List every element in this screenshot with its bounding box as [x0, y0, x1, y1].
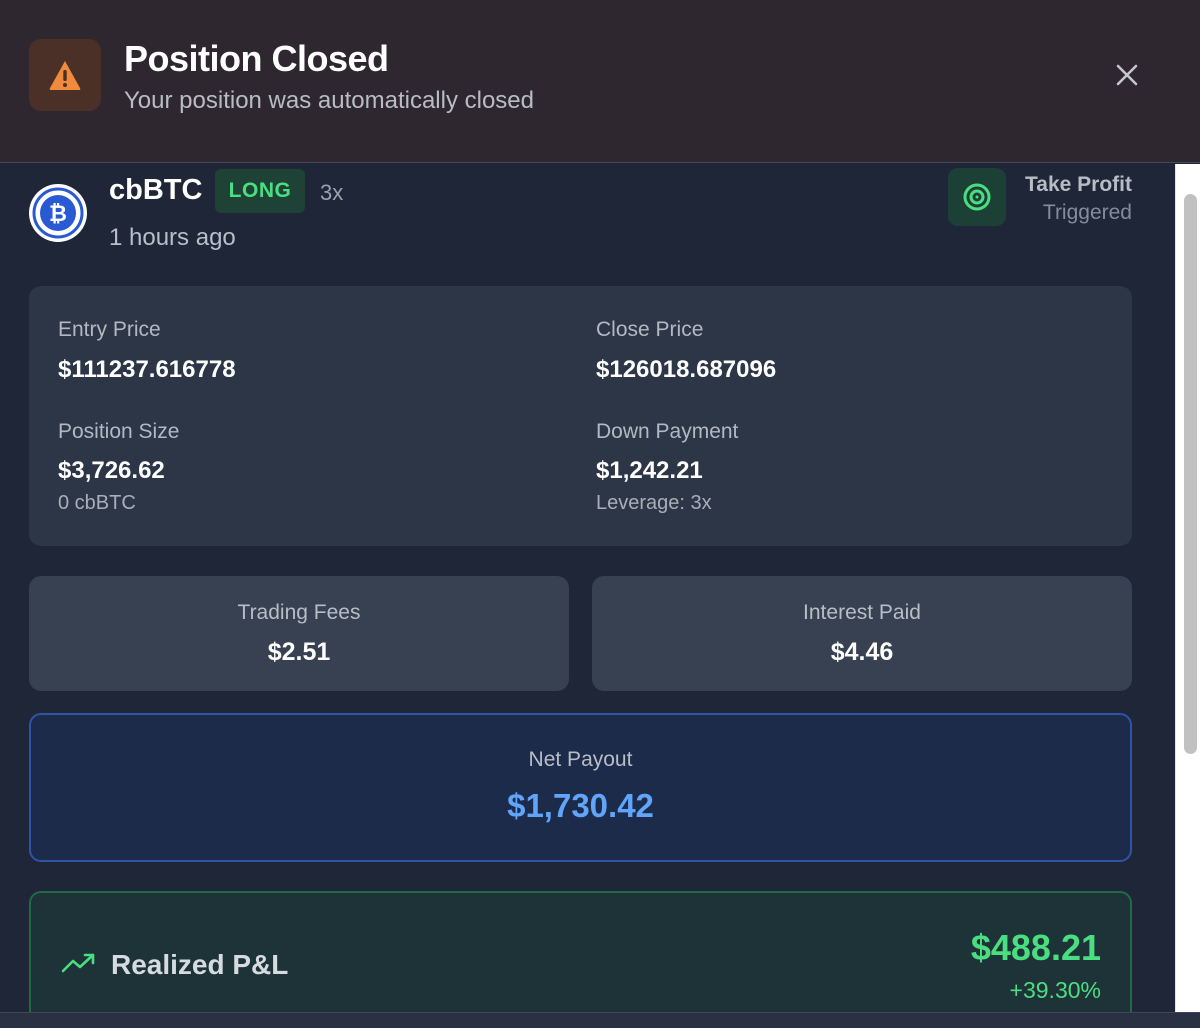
entry-price-label: Entry Price — [58, 318, 161, 341]
trading-fees-label: Trading Fees — [237, 601, 361, 624]
trading-fees-card: Trading Fees $2.51 — [29, 576, 569, 691]
position-size-value: $3,726.62 — [58, 457, 165, 484]
scrollbar[interactable] — [1175, 164, 1200, 1014]
page-title: Position Closed — [124, 38, 389, 79]
realized-pnl-percent: +39.30% — [1009, 977, 1101, 1003]
close-button[interactable] — [1110, 58, 1144, 92]
down-payment-value: $1,242.21 — [596, 457, 703, 484]
interest-paid-label: Interest Paid — [803, 601, 921, 624]
page-subtitle: Your position was automatically closed — [124, 87, 535, 114]
net-payout-value: $1,730.42 — [507, 787, 654, 824]
target-icon-box — [948, 168, 1006, 226]
leverage-label: 3x — [320, 180, 344, 205]
realized-pnl-card: Realized P&L $488.21 +39.30% — [29, 891, 1132, 1014]
btc-coin-icon: ₿ — [29, 184, 87, 242]
notification-header: Position Closed Your position was automa… — [0, 0, 1200, 163]
close-price-value: $126018.687096 — [596, 356, 777, 383]
interest-paid-value: $4.46 — [830, 638, 894, 666]
realized-pnl-label: Realized P&L — [111, 949, 289, 980]
net-payout-card: Net Payout $1,730.42 — [29, 713, 1132, 862]
asset-name: cbBTC — [109, 174, 203, 206]
position-details-panel: ₿ cbBTC LONG 3x 1 hours ago Take Profit … — [0, 164, 1175, 1014]
price-details-card: Entry Price $111237.616778 Close Price $… — [29, 286, 1132, 546]
position-size-label: Position Size — [58, 420, 180, 443]
down-payment-sub: Leverage: 3x — [596, 492, 712, 514]
trigger-status: Triggered — [1042, 201, 1132, 224]
warning-icon-box — [29, 39, 101, 111]
trading-fees-value: $2.51 — [267, 638, 331, 666]
bottom-edge — [0, 1012, 1200, 1028]
net-payout-label: Net Payout — [528, 748, 633, 771]
close-icon — [1116, 64, 1138, 86]
position-size-sub: 0 cbBTC — [58, 492, 136, 514]
scrollbar-thumb[interactable] — [1184, 194, 1197, 754]
interest-paid-card: Interest Paid $4.46 — [592, 576, 1132, 691]
trigger-title: Take Profit — [1025, 173, 1132, 196]
target-icon — [963, 183, 991, 211]
side-badge: LONG — [215, 169, 305, 213]
svg-text:₿: ₿ — [49, 202, 67, 227]
realized-pnl-value: $488.21 — [970, 927, 1101, 968]
close-price-label: Close Price — [596, 318, 704, 341]
trending-up-icon — [61, 953, 95, 973]
time-ago: 1 hours ago — [109, 224, 236, 251]
entry-price-value: $111237.616778 — [58, 356, 236, 383]
warning-icon — [49, 61, 81, 90]
down-payment-label: Down Payment — [596, 420, 739, 443]
